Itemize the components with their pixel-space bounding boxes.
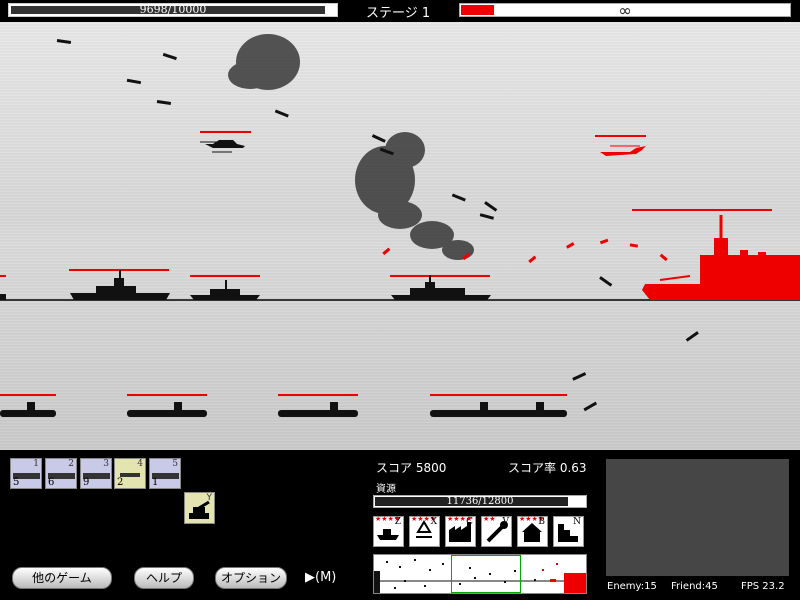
enemy-base-bar: ∞: [459, 1, 791, 20]
unit-card-key: 4: [137, 459, 143, 469]
unit-card-2[interactable]: 2 6: [45, 458, 77, 489]
unit-card-count: 1: [152, 477, 159, 488]
score-display: スコア 5800: [376, 459, 446, 476]
score-rate-display: スコア率 0.63: [508, 459, 587, 476]
resources-bar: 11736/12800: [373, 495, 587, 508]
top-bar: 9698/10000 ステージ 1 ∞: [0, 0, 800, 22]
play-music-button[interactable]: ▶(M): [305, 570, 336, 585]
other-games-button[interactable]: 他のゲーム: [12, 567, 112, 589]
tool-key: N: [573, 517, 581, 527]
tool-stars: ★★: [483, 515, 496, 523]
infinity-icon: ∞: [618, 1, 632, 20]
options-button[interactable]: オプション: [215, 567, 287, 589]
unit-card-count: 6: [48, 477, 55, 488]
cannon-unit-button[interactable]: Y: [184, 492, 215, 524]
friendly-submarine: [430, 394, 567, 417]
unit-card-key: 2: [68, 459, 74, 469]
friendly-ship: [390, 275, 491, 300]
enemy-battleship: [632, 209, 800, 300]
enemy-helicopter: [595, 135, 646, 156]
unit-card-key: 3: [103, 459, 109, 469]
base-hp-text: 9698/10000: [139, 3, 207, 16]
unit-card-4[interactable]: 4 2: [114, 458, 146, 489]
unit-card-count: 9: [83, 477, 90, 488]
friendly-submarine: [127, 394, 207, 417]
friendly-helicopter: [200, 131, 251, 153]
minimap[interactable]: [373, 554, 587, 594]
resources-label: 資源: [376, 484, 396, 495]
stage-label: ステージ 1: [366, 6, 431, 21]
friendly-ship: [69, 269, 170, 300]
battlefield[interactable]: [0, 22, 800, 450]
unit-card-count: 2: [117, 477, 124, 488]
cannon-unit-key: Y: [206, 493, 213, 503]
score-rate-value: 0.63: [559, 461, 587, 475]
factory-button[interactable]: ★★★★ C: [445, 515, 476, 547]
tool-key: V: [502, 517, 510, 527]
friendly-submarine: [278, 394, 358, 417]
build-ship-button[interactable]: ★★★★ Z: [373, 515, 404, 547]
tool-key: B: [538, 517, 545, 527]
friendly-ship: [190, 275, 260, 300]
unit-info-panel: [606, 459, 789, 576]
recycle-button[interactable]: ★★★★ X: [409, 515, 440, 547]
tool-key: X: [430, 517, 437, 527]
upgrade-button[interactable]: N: [553, 516, 584, 547]
score-value: 5800: [415, 461, 447, 475]
resources-text: 11736/12800: [446, 496, 514, 507]
help-button[interactable]: ヘルプ: [134, 567, 194, 589]
house-button[interactable]: ★★★★ B: [517, 515, 548, 547]
score-label: スコア: [376, 461, 413, 475]
missile-group: [56, 39, 699, 412]
unit-card-3[interactable]: 3 9: [80, 458, 112, 489]
tool-key: Z: [394, 517, 401, 527]
friend-count: Friend:45: [671, 581, 718, 592]
friendly-submarine: [0, 394, 56, 417]
smoke-cloud: [228, 34, 474, 260]
score-rate-label: スコア率: [508, 461, 557, 475]
minimap-viewport[interactable]: [451, 555, 521, 593]
unit-card-5[interactable]: 5 1: [149, 458, 181, 489]
unit-card-key: 5: [172, 459, 178, 469]
base-hp-bar: 9698/10000: [8, 3, 338, 17]
repair-button[interactable]: ★★ V: [481, 515, 512, 547]
tool-key: C: [466, 517, 473, 527]
unit-card-count: 5: [13, 477, 20, 488]
enemy-count: Enemy:15: [607, 581, 657, 592]
fps-readout: FPS 23.2: [741, 581, 785, 592]
unit-card-key: 1: [33, 459, 39, 469]
unit-card-1[interactable]: 1 5: [10, 458, 42, 489]
friendly-ship: [0, 275, 6, 300]
